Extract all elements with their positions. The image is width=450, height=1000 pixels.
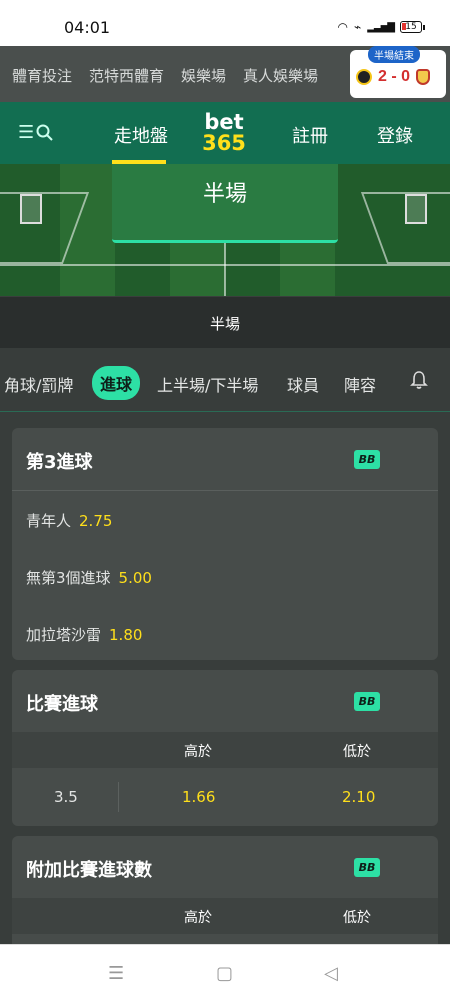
status-bar: 04:01 ◠ ⌁ ▂▃▅▇ 15 (0, 0, 450, 46)
recent-apps-icon[interactable]: ☰ (108, 963, 124, 984)
halftime-badge: 半場結束 (368, 46, 420, 63)
column-over: 高於 (184, 744, 212, 760)
tab-lineups[interactable]: 陣容 (344, 372, 376, 396)
status-icons: ◠ ⌁ ▂▃▅▇ 15 (337, 20, 425, 34)
selection-odds: 2.75 (79, 512, 113, 530)
selection-home[interactable]: 青年人 2.75 (26, 510, 112, 531)
market-tabs: 角球/罰牌 進球 上半場/下半場 球員 陣容 (0, 348, 450, 412)
market-match-goals: 比賽進球 BB 高於 低於 3.5 1.66 2.10 (12, 670, 438, 826)
headphones-icon: ◠ (337, 20, 348, 34)
logo-text-top: bet (204, 110, 244, 134)
logo-text-bottom: 365 (202, 131, 246, 155)
odds-under[interactable]: 2.10 (342, 788, 375, 806)
market-title: 比賽進球 (26, 694, 98, 715)
market-title: 第3進球 (26, 452, 93, 473)
site-nav: 體育投注 范特西體育 娛樂場 真人娛樂場 半場結束 2 - 0 (0, 46, 450, 102)
selection-name: 青年人 (26, 512, 72, 530)
mute-icon: ⌁ (354, 20, 362, 34)
main-header: ☰ 走地盤 bet 365 註冊 登錄 (0, 102, 450, 164)
bet365-logo[interactable]: bet 365 (200, 112, 248, 154)
column-headers: 高於 低於 (12, 732, 438, 768)
column-headers: 高於 低於 (12, 898, 438, 934)
nav-link-fantasy[interactable]: 范特西體育 (89, 65, 164, 86)
match-state-card: 半場 (112, 164, 338, 243)
battery-level: 15 (405, 22, 417, 32)
nav-live[interactable]: 走地盤 (114, 122, 168, 148)
goal-left (20, 194, 42, 224)
nav-link-live-casino[interactable]: 真人娛樂場 (243, 65, 318, 86)
match-status-text: 半場 (209, 315, 240, 333)
bet-builder-badge: BB (354, 450, 380, 469)
team-home-crest-icon (356, 69, 372, 85)
goal-line: 3.5 (54, 788, 78, 806)
selection-odds: 5.00 (118, 569, 152, 587)
menu-search-button[interactable]: ☰ (18, 122, 54, 143)
tab-goals[interactable]: 進球 (92, 366, 141, 400)
column-over: 高於 (184, 910, 212, 926)
selection-name: 加拉塔沙雷 (26, 626, 102, 644)
bell-icon[interactable] (410, 370, 428, 390)
tab-players[interactable]: 球員 (287, 372, 319, 396)
system-nav-bar: ☰ ▢ ◁ (0, 944, 450, 1000)
market-third-goal: 第3進球 BB 青年人 2.75 無第3個進球 5.00 加拉塔沙雷 1.80 (12, 428, 438, 660)
home-icon[interactable]: ▢ (216, 963, 233, 984)
signal-icon: ▂▃▅▇ (367, 21, 395, 33)
live-score-widget[interactable]: 半場結束 2 - 0 (350, 46, 446, 98)
back-icon[interactable]: ◁ (324, 963, 338, 984)
battery-icon: 15 (400, 21, 425, 33)
match-score: 2 - 0 (378, 68, 411, 85)
match-status-bar: 半場 (0, 296, 450, 348)
search-icon (36, 124, 53, 141)
match-state-label: 半場 (202, 182, 247, 207)
selection-away[interactable]: 加拉塔沙雷 1.80 (26, 624, 142, 645)
selection-odds: 1.80 (109, 626, 143, 644)
odds-over[interactable]: 1.66 (182, 788, 215, 806)
bet-builder-badge: BB (354, 692, 380, 711)
column-under: 低於 (343, 910, 371, 926)
nav-link-sports[interactable]: 體育投注 (12, 65, 72, 86)
register-link[interactable]: 註冊 (292, 122, 328, 148)
nav-link-casino[interactable]: 娛樂場 (181, 65, 226, 86)
selection-name: 無第3個進球 (26, 569, 111, 587)
menu-icon: ☰ (18, 122, 35, 143)
login-link[interactable]: 登錄 (377, 122, 413, 148)
goal-right (405, 194, 427, 224)
team-away-crest-icon (416, 69, 431, 85)
tab-corners-cards[interactable]: 角球/罰牌 (4, 372, 73, 396)
clock: 04:01 (64, 18, 111, 37)
tab-halves[interactable]: 上半場/下半場 (157, 372, 258, 396)
selection-no-goal[interactable]: 無第3個進球 5.00 (26, 567, 152, 588)
bet-builder-badge: BB (354, 858, 380, 877)
market-title: 附加比賽進球數 (26, 860, 152, 881)
column-under: 低於 (343, 744, 371, 760)
